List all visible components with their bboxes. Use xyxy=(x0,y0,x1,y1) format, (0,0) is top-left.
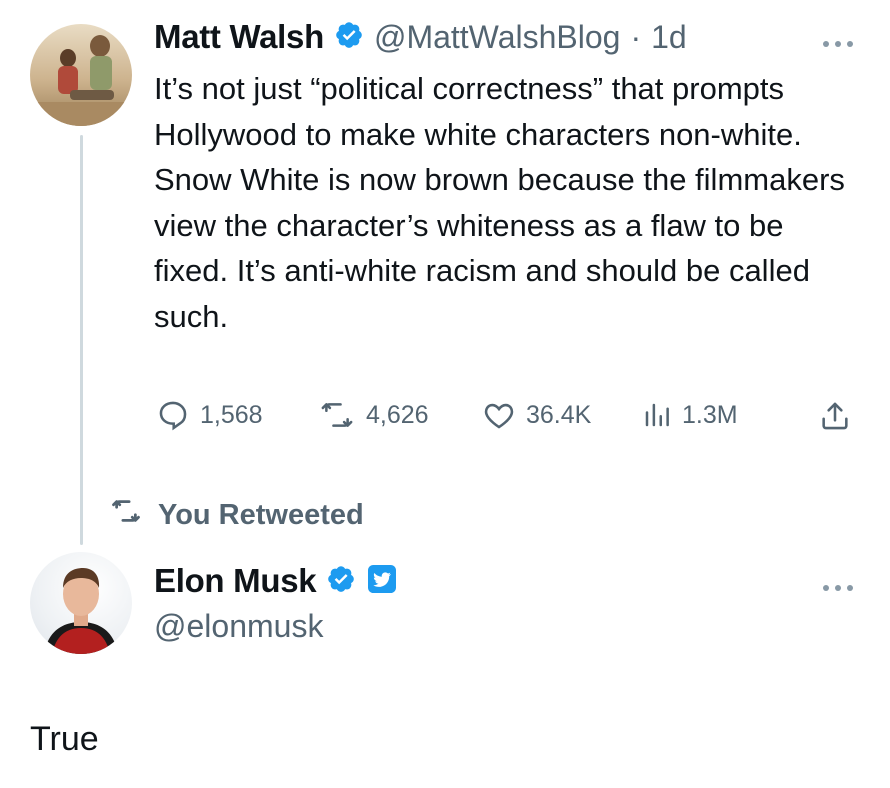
retweet-icon xyxy=(318,398,356,432)
time-ago[interactable]: 1d xyxy=(651,19,687,56)
avatar-elon-musk[interactable] xyxy=(30,552,132,654)
reply-text: True xyxy=(30,720,99,758)
avatar-matt-walsh[interactable] xyxy=(30,24,132,126)
verified-badge-icon xyxy=(326,564,356,599)
share-icon[interactable] xyxy=(818,398,852,439)
verified-badge-icon xyxy=(334,20,364,55)
more-icon[interactable] xyxy=(820,26,856,57)
tweet-text: It’s not just “political correctness” th… xyxy=(154,71,845,334)
views-action[interactable]: 1.3M xyxy=(642,398,738,432)
thread-line xyxy=(80,135,83,545)
retweet-count: 4,626 xyxy=(366,400,429,429)
views-count: 1.3M xyxy=(682,400,738,429)
retweet-notice-label: You Retweeted xyxy=(158,498,364,531)
author-handle[interactable]: @MattWalshBlog xyxy=(374,19,620,56)
reply-icon xyxy=(156,398,190,432)
avatar-photo xyxy=(30,35,132,126)
reply-count: 1,568 xyxy=(200,400,263,429)
reply-tweet-header: Elon Musk xyxy=(154,562,398,600)
like-count: 36.4K xyxy=(526,400,592,429)
avatar-photo xyxy=(44,568,118,654)
author-name[interactable]: Matt Walsh xyxy=(154,18,324,56)
retweet-action[interactable]: 4,626 xyxy=(318,398,429,432)
like-icon xyxy=(482,398,516,432)
time-separator: · xyxy=(630,18,642,55)
retweet-notice: You Retweeted xyxy=(108,496,364,534)
author-name[interactable]: Elon Musk xyxy=(154,562,317,600)
retweet-icon xyxy=(108,496,144,534)
quoted-tweet-header: Matt Walsh @MattWalshBlog · 1d xyxy=(154,18,687,56)
more-icon[interactable] xyxy=(820,570,856,601)
reply-action[interactable]: 1,568 xyxy=(156,398,263,432)
like-action[interactable]: 36.4K xyxy=(482,398,591,432)
views-icon xyxy=(642,398,672,432)
author-handle[interactable]: @elonmusk xyxy=(154,608,323,645)
affiliate-twitter-badge-icon[interactable] xyxy=(366,563,398,600)
